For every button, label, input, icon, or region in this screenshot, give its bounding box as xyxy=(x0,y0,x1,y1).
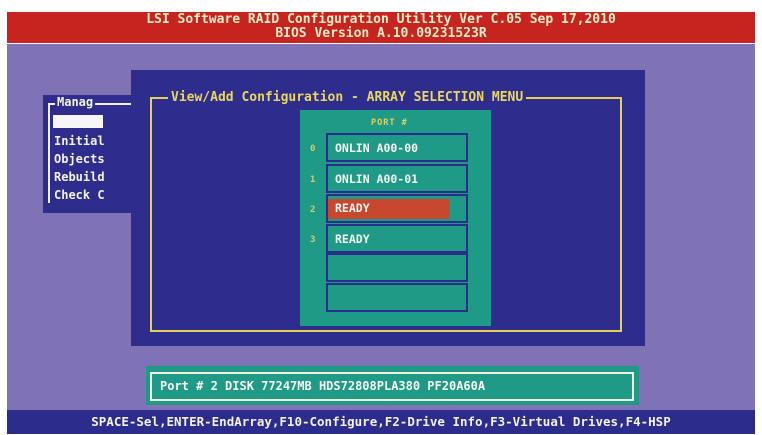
port-index: 0 xyxy=(310,144,316,154)
menu-item-objects[interactable]: Objects xyxy=(54,152,105,166)
menu-item-initialize[interactable]: Initial xyxy=(54,134,105,148)
port-index: 3 xyxy=(310,235,316,245)
main-menu: Manag Initial Objects Rebuild Check C xyxy=(43,95,138,213)
menu-item-check-consistency[interactable]: Check C xyxy=(54,188,105,202)
port-row-5[interactable] xyxy=(326,283,468,312)
port-index: 2 xyxy=(310,205,316,215)
port-row-4[interactable] xyxy=(326,253,468,282)
main-menu-title: Manag xyxy=(55,95,96,109)
drive-info-line: Port # 2 DISK 77247MB HDS72808PLA380 PF2… xyxy=(150,372,634,401)
header-title: LSI Software RAID Configuration Utility … xyxy=(146,12,616,27)
port-column-header: PORT # xyxy=(371,118,408,128)
key-help-bar: SPACE-Sel,ENTER-EndArray,F10-Configure,F… xyxy=(7,410,755,434)
port-status-label: READY xyxy=(335,232,370,246)
utility-header: LSI Software RAID Configuration Utility … xyxy=(7,12,755,43)
port-index: 1 xyxy=(310,175,316,185)
main-menu-highlight[interactable] xyxy=(53,115,103,128)
port-status-label: ONLIN A00-01 xyxy=(335,172,419,186)
header-bios-version: BIOS Version A.10.09231523R xyxy=(275,26,487,41)
port-status-label: READY xyxy=(335,201,370,215)
menu-item-rebuild[interactable]: Rebuild xyxy=(54,170,105,184)
dialog-title: View/Add Configuration - ARRAY SELECTION… xyxy=(168,90,527,105)
port-status-label: ONLIN A00-00 xyxy=(335,141,419,155)
